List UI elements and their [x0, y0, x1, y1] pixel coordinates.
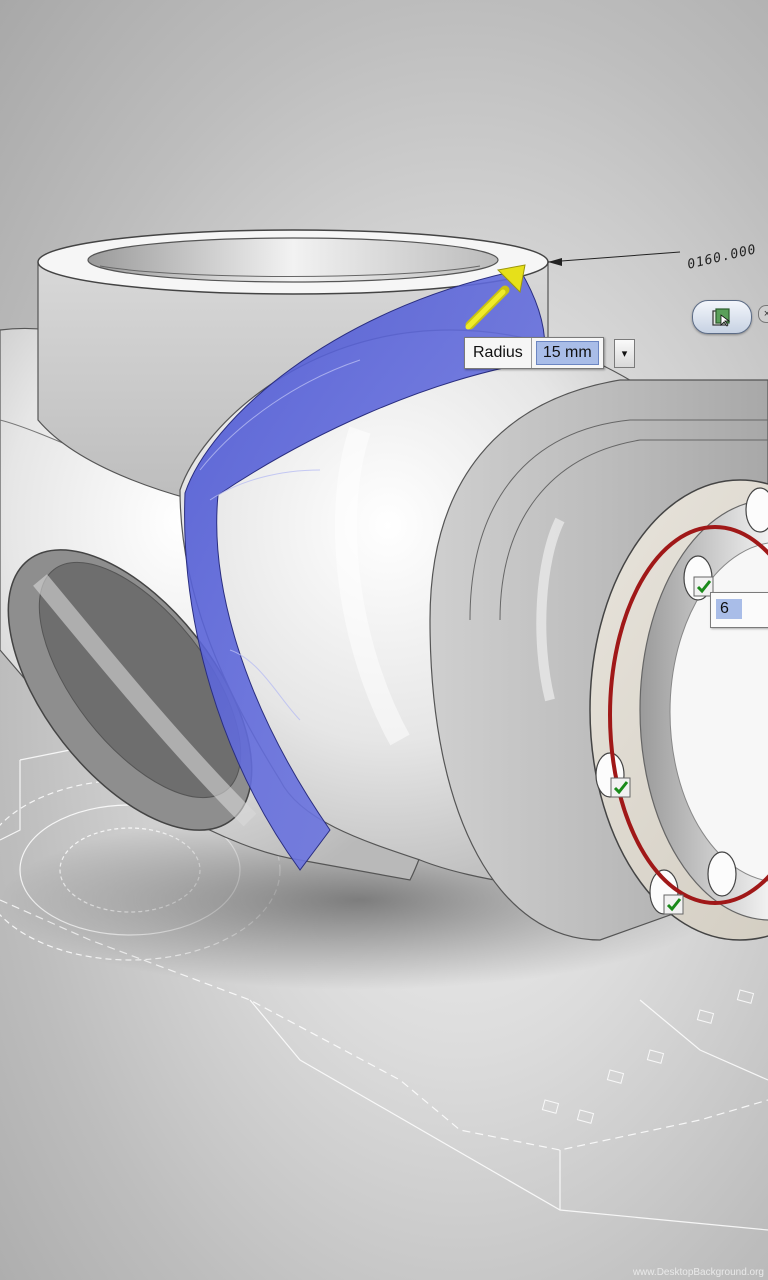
dimension-leader	[547, 251, 681, 263]
radius-input-box[interactable]: Radius 15 mm	[464, 337, 604, 369]
mini-toolbar-apply-button[interactable]	[692, 300, 752, 334]
chevron-down-icon: ▾	[621, 348, 628, 360]
radius-label: Radius	[465, 338, 532, 368]
watermark: www.DesktopBackground.org	[632, 1267, 764, 1278]
pattern-count-value[interactable]: 6	[716, 599, 742, 619]
radius-dropdown-button[interactable]: ▾	[614, 339, 635, 368]
check-marker-3	[663, 894, 684, 915]
top-bore	[87, 237, 499, 283]
3d-viewport[interactable]	[0, 0, 768, 1280]
mini-toolbar-close-icon[interactable]: ×	[758, 305, 768, 323]
apply-icon	[712, 308, 731, 327]
model-scene	[0, 229, 768, 1231]
radius-value-field[interactable]: 15 mm	[535, 341, 599, 365]
pattern-count-input[interactable]: 6	[710, 592, 768, 628]
check-marker-2	[610, 777, 631, 798]
